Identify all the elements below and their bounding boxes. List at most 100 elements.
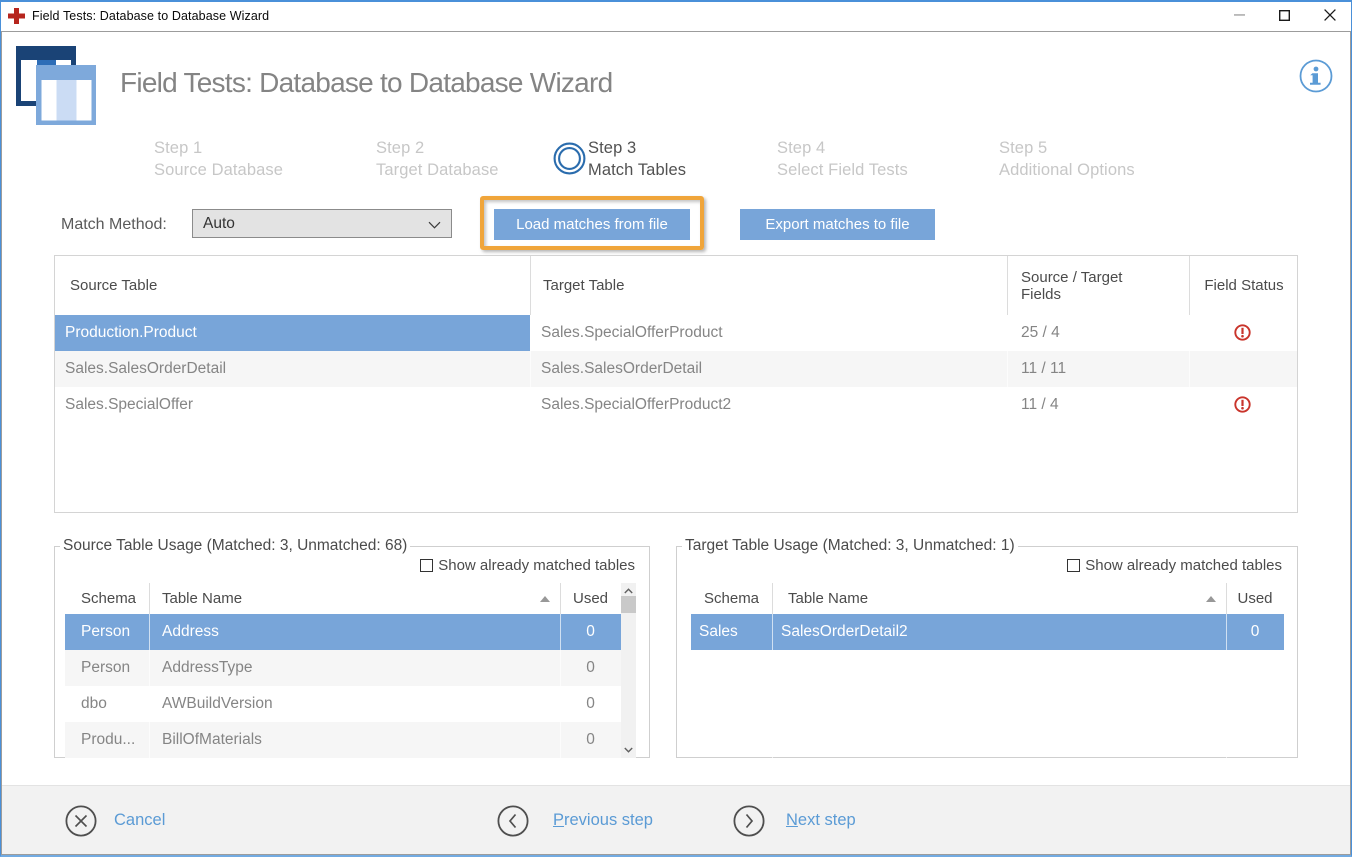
- info-icon[interactable]: [1299, 59, 1333, 93]
- match-row-1[interactable]: Production.Product Sales.SpecialOfferPro…: [55, 315, 1297, 351]
- cancel-icon: [65, 805, 97, 837]
- cell-schema: Produ...: [81, 722, 135, 758]
- step-1-number: Step 1: [154, 137, 369, 159]
- target-usage-table: Schema Table Name Used Sales SalesOrderD…: [691, 583, 1284, 758]
- match-table: Source Table Target Table Source / Targe…: [54, 255, 1298, 513]
- cell-target[interactable]: Sales.SpecialOfferProduct: [541, 315, 723, 351]
- source-usage-table: Schema Table Name Used Person Address 0 …: [65, 583, 636, 758]
- export-matches-button[interactable]: Export matches to file: [740, 209, 935, 240]
- cell-table-name: BillOfMaterials: [162, 722, 262, 758]
- step-1-label: Source Database: [154, 161, 283, 179]
- step-1: Step 1 Source Database: [154, 137, 369, 181]
- cell-fields[interactable]: 25 / 4: [1021, 315, 1060, 351]
- col-field-status[interactable]: Field Status: [1189, 256, 1299, 315]
- cell-source[interactable]: Production.Product: [55, 315, 530, 351]
- match-row-2[interactable]: Sales.SalesOrderDetail Sales.SalesOrderD…: [55, 351, 1297, 387]
- target-usage-legend: Target Table Usage (Matched: 3, Unmatche…: [682, 537, 1018, 555]
- cell-schema: dbo: [81, 686, 107, 722]
- step-3-label: Match Tables: [588, 161, 686, 179]
- match-method-value: Auto: [203, 215, 235, 233]
- col-schema[interactable]: Schema: [81, 583, 136, 614]
- load-matches-button[interactable]: Load matches from file: [494, 209, 690, 240]
- cell-table-name: AWBuildVersion: [162, 686, 273, 722]
- step-5-label: Additional Options: [999, 161, 1135, 179]
- match-table-header: Source Table Target Table Source / Targe…: [55, 256, 1297, 315]
- sort-ascending-icon: [540, 596, 550, 602]
- cell-status: [1189, 387, 1299, 423]
- step-4-number: Step 4: [777, 137, 992, 159]
- col-target-table[interactable]: Target Table: [543, 256, 624, 315]
- col-schema[interactable]: Schema: [704, 583, 759, 614]
- previous-icon: [497, 805, 529, 837]
- cell-table-name: SalesOrderDetail2: [781, 614, 908, 650]
- footer: Cancel Previous step Next step: [1, 785, 1351, 854]
- checkbox-label: Show already matched tables: [438, 557, 635, 574]
- step-3-active-icon: [553, 142, 586, 175]
- cell-schema: Sales: [699, 614, 738, 650]
- cell-fields[interactable]: 11 / 11: [1021, 351, 1066, 387]
- cell-source[interactable]: Sales.SpecialOffer: [55, 387, 530, 423]
- source-usage-legend: Source Table Usage (Matched: 3, Unmatche…: [60, 537, 410, 555]
- scroll-down-icon[interactable]: [624, 747, 633, 753]
- error-icon: [1234, 396, 1251, 413]
- vertical-scrollbar[interactable]: [621, 583, 636, 758]
- scrollbar-thumb[interactable]: [621, 596, 636, 613]
- cell-used: 0: [560, 722, 621, 758]
- cell-status: [1189, 315, 1299, 351]
- app-window: Field Tests: Database to Database Wizard…: [0, 0, 1352, 857]
- error-icon: [1234, 324, 1251, 341]
- checkbox[interactable]: [1067, 559, 1080, 572]
- cell-schema: Person: [81, 650, 130, 686]
- previous-label: Previous step: [553, 811, 653, 830]
- col-table-name[interactable]: Table Name: [162, 583, 242, 614]
- source-show-matched[interactable]: Show already matched tables: [420, 558, 635, 572]
- cancel-button[interactable]: Cancel: [65, 804, 165, 837]
- match-method-select[interactable]: Auto: [192, 209, 452, 238]
- cell-target[interactable]: Sales.SpecialOfferProduct2: [541, 387, 731, 423]
- titlebar: Field Tests: Database to Database Wizard: [0, 0, 1352, 31]
- col-fields[interactable]: Source / Target Fields: [1021, 256, 1141, 315]
- col-used[interactable]: Used: [560, 583, 621, 614]
- usage-row[interactable]: Sales SalesOrderDetail2 0: [691, 614, 1284, 650]
- step-2-label: Target Database: [376, 161, 499, 179]
- cancel-label: Cancel: [114, 811, 165, 830]
- maximize-button[interactable]: [1262, 0, 1307, 30]
- minimize-button[interactable]: [1217, 0, 1262, 30]
- sort-ascending-icon: [1206, 596, 1216, 602]
- step-3: Step 3 Match Tables: [588, 137, 803, 181]
- match-method-label: Match Method:: [61, 216, 167, 234]
- col-used[interactable]: Used: [1226, 583, 1284, 614]
- match-row-3[interactable]: Sales.SpecialOffer Sales.SpecialOfferPro…: [55, 387, 1297, 423]
- step-4: Step 4 Select Field Tests: [777, 137, 992, 181]
- cell-target[interactable]: Sales.SalesOrderDetail: [541, 351, 702, 387]
- previous-step-button[interactable]: Previous step: [497, 804, 653, 837]
- checkbox[interactable]: [420, 559, 433, 572]
- cell-used: 0: [560, 650, 621, 686]
- next-label: Next step: [786, 811, 856, 830]
- target-usage-panel: Target Table Usage (Matched: 3, Unmatche…: [676, 546, 1298, 758]
- target-usage-header: Schema Table Name Used: [691, 583, 1284, 614]
- close-button[interactable]: [1307, 0, 1352, 30]
- target-show-matched[interactable]: Show already matched tables: [1067, 558, 1282, 572]
- source-usage-panel: Source Table Usage (Matched: 3, Unmatche…: [54, 546, 650, 758]
- step-4-label: Select Field Tests: [777, 161, 908, 179]
- step-3-number: Step 3: [588, 137, 803, 159]
- cell-schema: Person: [81, 614, 130, 650]
- next-icon: [733, 805, 765, 837]
- cell-source[interactable]: Sales.SalesOrderDetail: [55, 351, 530, 387]
- col-table-name[interactable]: Table Name: [788, 583, 868, 614]
- next-step-button[interactable]: Next step: [733, 804, 856, 837]
- source-usage-header: Schema Table Name Used: [65, 583, 636, 614]
- window-title: Field Tests: Database to Database Wizard: [32, 9, 269, 23]
- cell-fields[interactable]: 11 / 4: [1021, 387, 1059, 423]
- chevron-down-icon: [428, 221, 441, 229]
- checkbox-label: Show already matched tables: [1085, 557, 1282, 574]
- col-source-table[interactable]: Source Table: [70, 256, 157, 315]
- cell-used: 0: [1226, 614, 1284, 650]
- app-logo: [16, 45, 96, 126]
- scroll-up-icon[interactable]: [624, 588, 633, 594]
- cell-table-name: AddressType: [162, 650, 252, 686]
- cell-used: 0: [560, 686, 621, 722]
- cell-table-name: Address: [162, 614, 219, 650]
- step-5-number: Step 5: [999, 137, 1214, 159]
